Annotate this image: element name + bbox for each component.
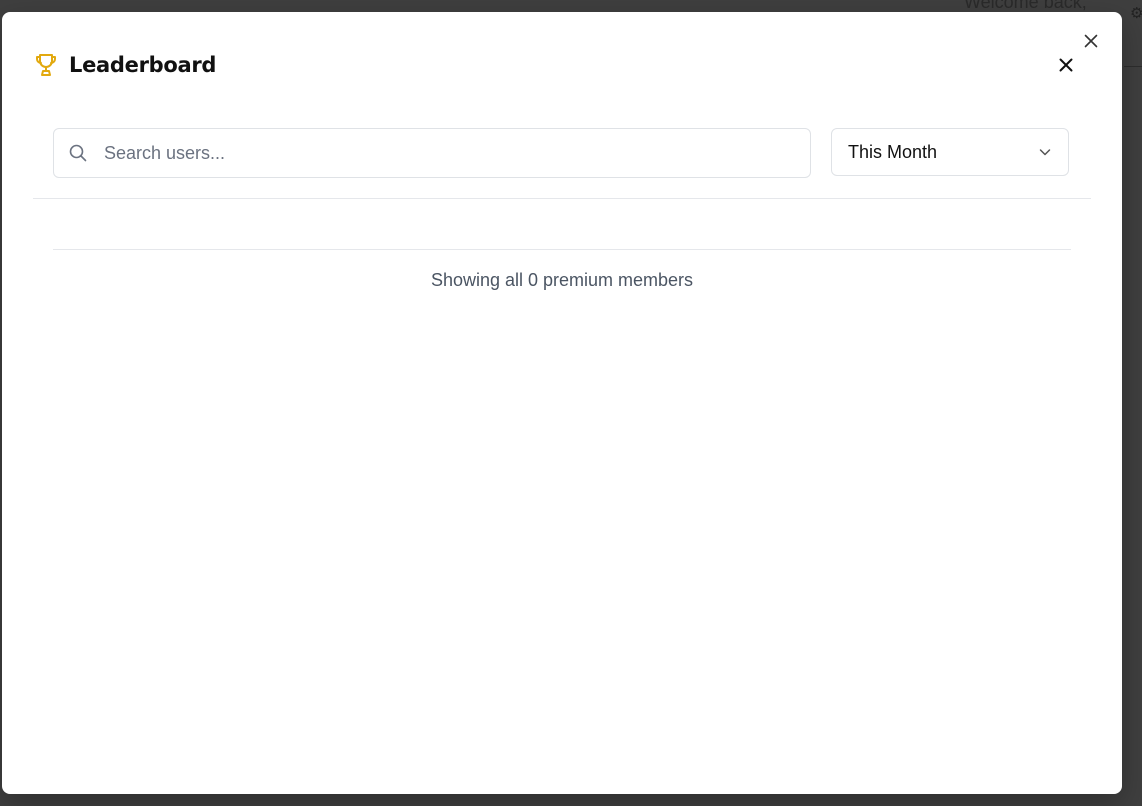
trophy-icon <box>33 52 59 78</box>
gear-icon: ⚙ <box>1130 5 1142 22</box>
list-divider <box>53 249 1071 250</box>
search-box[interactable] <box>53 128 811 178</box>
leaderboard-modal: Leaderboard This Month Showing all 0 pre… <box>2 12 1122 794</box>
background-divider <box>1124 66 1142 67</box>
member-count-summary: Showing all 0 premium members <box>430 270 694 290</box>
close-icon[interactable] <box>1082 32 1100 50</box>
modal-title: Leaderboard <box>69 53 217 77</box>
period-filter-value: This Month <box>848 141 938 162</box>
close-icon[interactable] <box>1057 56 1075 74</box>
period-filter-select[interactable]: This Month <box>831 128 1069 176</box>
search-icon <box>68 143 88 163</box>
modal-header: Leaderboard <box>33 50 216 80</box>
header-divider <box>33 198 1091 199</box>
chevron-down-icon <box>1037 144 1053 160</box>
search-input[interactable] <box>104 133 810 173</box>
